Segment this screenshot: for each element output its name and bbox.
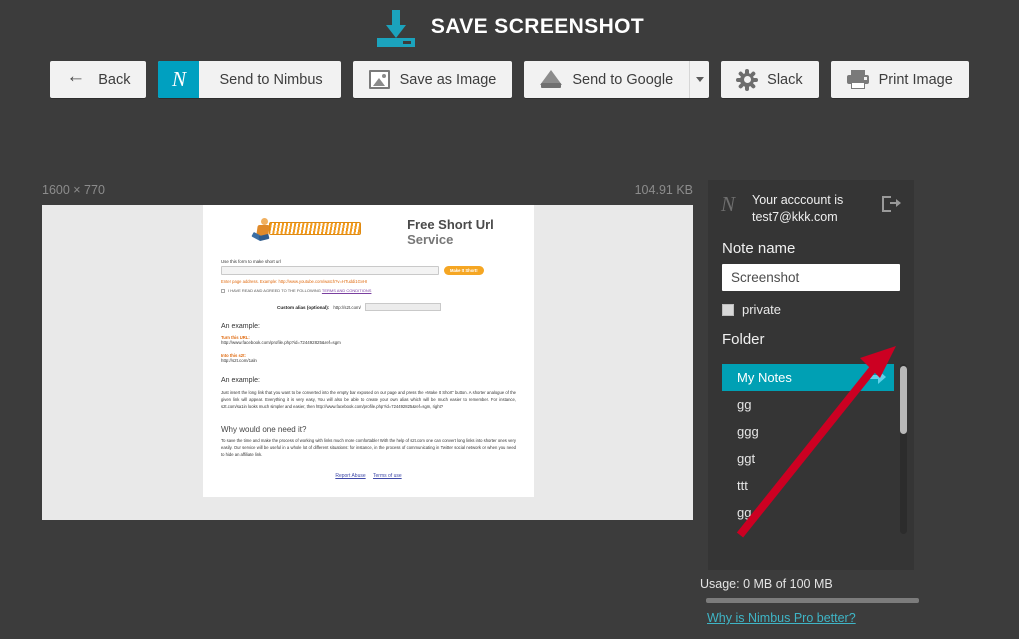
folder-label: Folder — [722, 331, 765, 348]
folder-item-label: My Notes — [737, 370, 792, 385]
folder-item-label: fgfg — [737, 532, 759, 534]
alias-input[interactable] — [364, 303, 441, 311]
turn-url: http://www.facebook.com/profile.php?id=7… — [221, 340, 341, 345]
download-icon — [375, 8, 417, 47]
alias-row: Custom alias (optional): http://s2t.com/ — [277, 303, 516, 311]
nimbus-logo-icon: N — [721, 192, 736, 216]
private-checkbox[interactable] — [722, 303, 734, 316]
back-button[interactable]: Back — [50, 61, 147, 98]
print-image-label: Print Image — [878, 71, 953, 88]
printer-icon — [846, 70, 869, 89]
send-to-nimbus-button[interactable]: N Send to Nimbus — [158, 61, 341, 98]
make-it-short-button[interactable]: Make It Short! — [444, 266, 484, 275]
terms-link[interactable]: TERMS AND CONDITIONS — [322, 288, 372, 293]
alias-label: Custom alias (optional): — [277, 304, 330, 310]
private-row[interactable]: private — [708, 291, 914, 317]
usage-text: Usage: 0 MB of 100 MB — [700, 577, 833, 591]
screenshot-preview[interactable]: Free Short Url Service Use this form to … — [42, 205, 693, 520]
save-as-image-label: Save as Image — [399, 71, 497, 88]
folder-scrollbar-thumb[interactable] — [900, 366, 907, 434]
image-icon — [368, 70, 390, 89]
alias-prefix: http://s2t.com/ — [333, 304, 361, 310]
folder-item[interactable]: gg — [722, 391, 894, 418]
terms-row: I HAVE READ AND AGREED TO THE FOLLOWING … — [221, 288, 516, 293]
folder-item[interactable]: gg — [722, 499, 894, 526]
action-toolbar: Back N Send to Nimbus Save as Image Send… — [0, 61, 1019, 98]
folder-item-label: ttt — [737, 478, 748, 493]
why-heading: Why would one need it? — [221, 424, 307, 434]
folder-item-label: ggg — [737, 424, 759, 439]
slack-icon — [736, 68, 759, 91]
nimbus-pro-link[interactable]: Why is Nimbus Pro better? — [707, 611, 856, 625]
terms-of-use-link[interactable]: Terms of use — [373, 473, 402, 479]
send-to-google-split-button: Send to Google — [524, 61, 710, 98]
shorten-form: Make It Short! — [221, 266, 516, 275]
folder-item[interactable]: ttt — [722, 472, 894, 499]
captured-page: Free Short Url Service Use this form to … — [203, 205, 534, 497]
nimbus-logo-icon: N — [158, 61, 200, 98]
send-to-google-dropdown-button[interactable] — [690, 61, 710, 98]
running-man-logo-icon — [247, 217, 361, 247]
send-to-google-label: Send to Google — [572, 71, 674, 88]
form-label: Use this form to make short url — [221, 259, 281, 264]
arrow-right-icon — [868, 370, 886, 385]
private-label: private — [742, 302, 782, 317]
folder-item-label: ggt — [737, 451, 756, 466]
folder-item[interactable]: My Notes — [722, 364, 894, 391]
usage-progress-bar — [706, 598, 919, 603]
folder-item[interactable]: fgfg — [722, 526, 894, 534]
note-name-input[interactable] — [722, 264, 900, 291]
note-name-label: Note name — [722, 240, 796, 257]
page-header: SAVE SCREENSHOT — [0, 0, 1019, 54]
folder-section: My Notesgggggggttttggfgfghhh — [708, 364, 914, 534]
terms-text: I HAVE READ AND AGREED TO THE FOLLOWING … — [228, 288, 372, 293]
account-line-1: Your acccount is — [752, 193, 844, 207]
image-filesize: 104.91 KB — [634, 183, 693, 197]
image-dimensions: 1600 × 770 — [42, 183, 105, 197]
terms-checkbox[interactable] — [221, 288, 225, 293]
logout-icon[interactable] — [882, 195, 902, 215]
folder-list[interactable]: My Notesgggggggttttggfgfghhh — [708, 364, 896, 534]
send-to-nimbus-label: Send to Nimbus — [219, 71, 323, 88]
folder-item-label: gg — [737, 505, 752, 520]
folder-item[interactable]: ggt — [722, 445, 894, 472]
folder-scrollbar[interactable] — [900, 364, 907, 534]
save-options-panel: N Your acccount is test7@kkk.com Note na… — [708, 180, 914, 570]
url-input[interactable] — [221, 266, 439, 275]
account-line-2: test7@kkk.com — [752, 210, 838, 224]
site-title: Free Short Url Service — [407, 217, 494, 247]
save-as-image-button[interactable]: Save as Image — [352, 61, 513, 98]
account-row: N Your acccount is test7@kkk.com — [708, 180, 914, 226]
slack-label: Slack — [767, 71, 803, 88]
preview-meta: 1600 × 770 104.91 KB — [42, 183, 693, 197]
back-button-label: Back — [98, 71, 131, 88]
page-footer-links: Report Abuse Terms of use — [221, 473, 516, 487]
example2-body: Just insert the long link that you want … — [221, 389, 516, 410]
site-logo: Free Short Url Service — [221, 211, 516, 249]
save-screenshot-page: SAVE SCREENSHOT Back N Send to Nimbus Sa… — [0, 0, 1019, 639]
folder-item[interactable]: ggg — [722, 418, 894, 445]
send-to-google-button[interactable]: Send to Google — [524, 61, 690, 98]
page-title: SAVE SCREENSHOT — [430, 15, 645, 38]
report-abuse-link[interactable]: Report Abuse — [335, 473, 365, 479]
why-body: To save the time and make the process of… — [221, 437, 516, 458]
google-drive-icon — [540, 70, 563, 89]
folder-item-label: gg — [737, 397, 752, 412]
example2-heading: An example: — [221, 376, 260, 384]
chevron-down-icon — [695, 77, 704, 82]
slack-button[interactable]: Slack — [721, 61, 819, 98]
into-url: http://s2t.com/1aln — [221, 357, 257, 363]
example-heading: An example: — [221, 323, 260, 330]
arrow-left-icon — [66, 66, 88, 90]
example-hint: Enter page address. Example: http://www.… — [221, 279, 368, 284]
account-text: Your acccount is test7@kkk.com — [752, 192, 873, 226]
print-image-button[interactable]: Print Image — [830, 61, 969, 98]
